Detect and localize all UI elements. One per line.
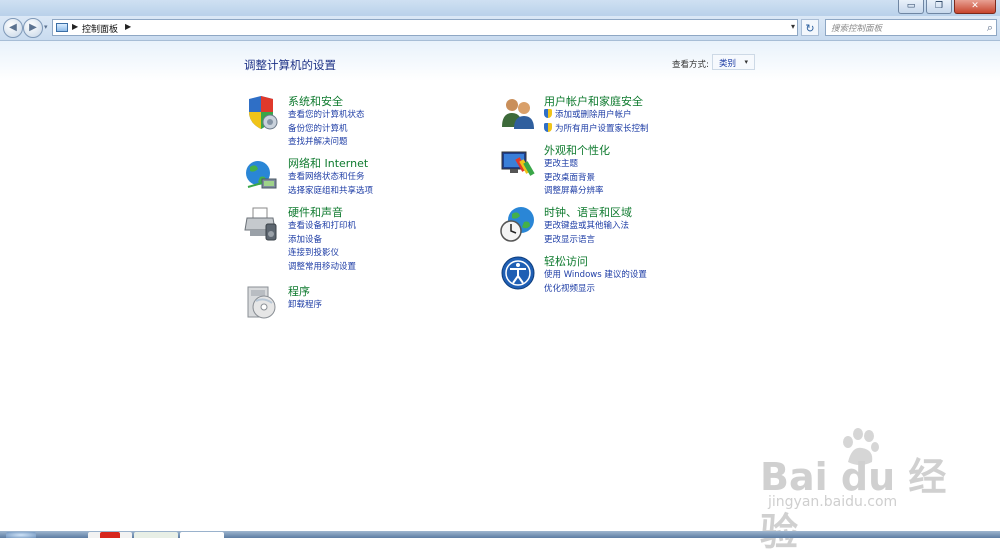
link-network-status[interactable]: 查看网络状态和任务 [288,171,488,185]
display-brush-icon[interactable] [500,144,536,180]
chevron-down-icon: ▾ [744,58,748,66]
back-button[interactable]: ◀ [3,18,23,38]
address-dropdown-icon[interactable]: ▾ [791,22,795,31]
link-parental-controls[interactable]: 为所有用户设置家长控制 [544,122,744,137]
category-title[interactable]: 系统和安全 [288,95,488,109]
window-controls: ▭ ❐ ✕ [898,0,1000,16]
link-add-device[interactable]: 添加设备 [288,234,488,248]
link-connect-projector[interactable]: 连接到投影仪 [288,247,488,261]
link-backup-computer[interactable]: 备份您的计算机 [288,123,488,137]
link-mobility-settings[interactable]: 调整常用移动设置 [288,261,488,275]
uac-shield-icon [544,109,552,118]
breadcrumb-chevron-icon[interactable]: ▶ [125,22,131,31]
category-title[interactable]: 用户帐户和家庭安全 [544,95,744,109]
control-panel-icon [56,23,68,32]
breadcrumb-chevron-icon[interactable]: ▶ [72,22,78,31]
maximize-button[interactable]: ❐ [926,0,952,14]
link-display-language[interactable]: 更改显示语言 [544,234,744,248]
view-by-value: 类别 [719,59,737,69]
link-homegroup-sharing[interactable]: 选择家庭组和共享选项 [288,185,488,199]
back-arrow-icon: ◀ [9,22,17,33]
refresh-icon: ↻ [805,22,815,35]
link-recommended-settings[interactable]: 使用 Windows 建议的设置 [544,269,744,283]
link-add-remove-accounts[interactable]: 添加或删除用户帐户 [544,109,744,123]
link-devices-printers[interactable]: 查看设备和打印机 [288,220,488,234]
clock-globe-icon[interactable] [500,206,536,242]
category-title[interactable]: 时钟、语言和区域 [544,206,744,220]
category-title[interactable]: 程序 [288,285,488,299]
search-placeholder: 搜索控制面板 [831,24,883,34]
page-title: 调整计算机的设置 [244,58,336,72]
taskbar-item-active[interactable] [180,532,224,538]
refresh-button[interactable]: ↻ [801,19,819,36]
breadcrumb-control-panel[interactable]: 控制面板 [82,22,118,35]
category-title[interactable]: 网络和 Internet [288,157,488,171]
link-keyboard-input[interactable]: 更改键盘或其他输入法 [544,220,744,234]
navigation-bar: ◀ ▶ ▾ ▶ 控制面板 ▶ ▾ ↻ 搜索控制面板 ⌕ [0,16,1000,41]
programs-disc-icon[interactable] [244,285,280,321]
recent-pages-button[interactable]: ▾ [44,23,48,31]
taskbar-item[interactable] [134,532,178,538]
link-change-theme[interactable]: 更改主题 [544,158,744,172]
view-by-label: 查看方式: [672,60,709,70]
ease-of-access-icon[interactable] [500,255,536,291]
link-screen-resolution[interactable]: 调整屏幕分辨率 [544,185,744,199]
taskbar-app-icon[interactable] [100,532,120,538]
minimize-button[interactable]: ▭ [898,0,924,14]
link-view-computer-status[interactable]: 查看您的计算机状态 [288,109,488,123]
search-input[interactable]: 搜索控制面板 ⌕ [825,19,997,36]
address-bar[interactable]: ▶ 控制面板 ▶ ▾ [52,19,798,36]
network-globe-icon[interactable] [244,157,280,193]
taskbar [0,531,1000,538]
close-button[interactable]: ✕ [954,0,996,14]
category-title[interactable]: 硬件和声音 [288,206,488,220]
forward-button[interactable]: ▶ [23,18,43,38]
forward-arrow-icon: ▶ [29,22,37,33]
uac-shield-icon [544,122,552,132]
link-optimize-visual-display[interactable]: 优化视频显示 [544,283,744,297]
search-icon[interactable]: ⌕ [987,21,993,35]
printer-icon[interactable] [244,206,280,242]
users-icon[interactable] [500,95,536,131]
control-panel-content: 调整计算机的设置 查看方式: 类别 ▾ 系统和安全 查看您的计算机状态 备份您的… [0,41,1000,531]
shield-icon[interactable] [244,95,280,131]
link-desktop-background[interactable]: 更改桌面背景 [544,172,744,186]
category-title[interactable]: 外观和个性化 [544,144,744,158]
window-title-bar: ▭ ❐ ✕ [0,0,1000,16]
category-title[interactable]: 轻松访问 [544,255,744,269]
start-button[interactable] [6,532,36,538]
link-troubleshoot[interactable]: 查找并解决问题 [288,136,488,150]
link-uninstall-program[interactable]: 卸载程序 [288,299,488,313]
view-by-dropdown[interactable]: 类别 ▾ [712,54,755,70]
